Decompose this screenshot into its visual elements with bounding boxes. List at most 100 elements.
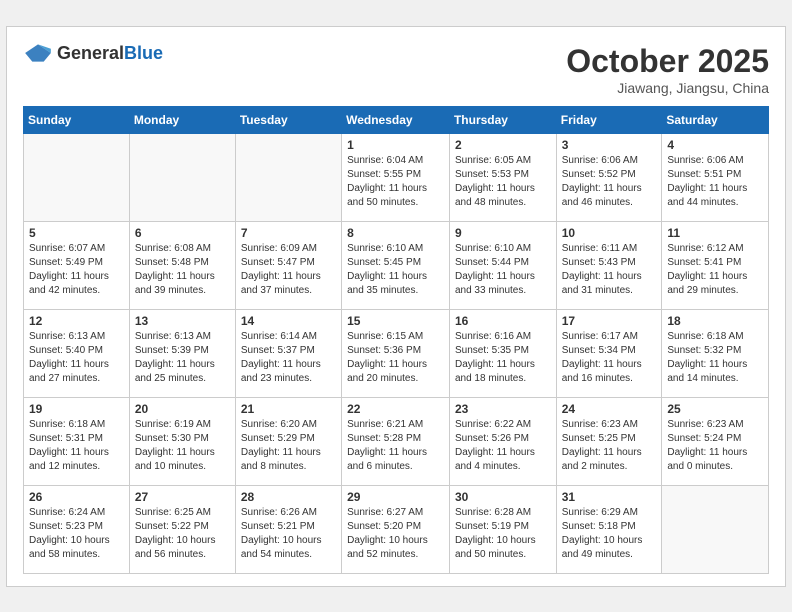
table-row: 26 Sunrise: 6:24 AM Sunset: 5:23 PM Dayli… bbox=[24, 485, 130, 573]
title-section: October 2025 Jiawang, Jiangsu, China bbox=[566, 43, 769, 96]
day-info: Sunrise: 6:24 AM Sunset: 5:23 PM Dayligh… bbox=[29, 506, 124, 562]
day-number: 20 bbox=[135, 402, 230, 416]
day-info: Sunrise: 6:06 AM Sunset: 5:52 PM Dayligh… bbox=[562, 154, 657, 210]
logo: GeneralBlue bbox=[23, 43, 163, 64]
day-info: Sunrise: 6:21 AM Sunset: 5:28 PM Dayligh… bbox=[347, 418, 444, 474]
day-number: 25 bbox=[667, 402, 763, 416]
header-friday: Friday bbox=[556, 106, 662, 133]
day-number: 13 bbox=[135, 314, 230, 328]
day-info: Sunrise: 6:28 AM Sunset: 5:19 PM Dayligh… bbox=[455, 506, 551, 562]
day-info: Sunrise: 6:27 AM Sunset: 5:20 PM Dayligh… bbox=[347, 506, 444, 562]
day-number: 8 bbox=[347, 226, 444, 240]
table-row: 29 Sunrise: 6:27 AM Sunset: 5:20 PM Dayli… bbox=[342, 485, 450, 573]
table-row: 8Sunrise: 6:10 AM Sunset: 5:45 PM Daylig… bbox=[342, 221, 450, 309]
location: Jiawang, Jiangsu, China bbox=[566, 80, 769, 96]
table-row: 25 Sunrise: 6:23 AM Sunset: 5:24 PM Dayli… bbox=[662, 397, 769, 485]
day-number: 14 bbox=[241, 314, 336, 328]
table-row: 13 Sunrise: 6:13 AM Sunset: 5:39 PM Dayli… bbox=[129, 309, 235, 397]
day-info: Sunrise: 6:13 AM Sunset: 5:39 PM Dayligh… bbox=[135, 330, 230, 386]
day-info: Sunrise: 6:12 AM Sunset: 5:41 PM Dayligh… bbox=[667, 242, 763, 298]
logo-icon bbox=[23, 43, 53, 63]
header: GeneralBlue October 2025 Jiawang, Jiangs… bbox=[23, 43, 769, 96]
day-info: Sunrise: 6:10 AM Sunset: 5:44 PM Dayligh… bbox=[455, 242, 551, 298]
calendar-week-row: 26 Sunrise: 6:24 AM Sunset: 5:23 PM Dayli… bbox=[24, 485, 769, 573]
table-row: 22 Sunrise: 6:21 AM Sunset: 5:28 PM Dayli… bbox=[342, 397, 450, 485]
day-info: Sunrise: 6:26 AM Sunset: 5:21 PM Dayligh… bbox=[241, 506, 336, 562]
table-row: 31Sunrise: 6:29 AM Sunset: 5:18 PM Dayli… bbox=[556, 485, 662, 573]
table-row: 24 Sunrise: 6:23 AM Sunset: 5:25 PM Dayli… bbox=[556, 397, 662, 485]
day-number: 2 bbox=[455, 138, 551, 152]
day-info: Sunrise: 6:16 AM Sunset: 5:35 PM Dayligh… bbox=[455, 330, 551, 386]
day-info: Sunrise: 6:05 AM Sunset: 5:53 PM Dayligh… bbox=[455, 154, 551, 210]
header-thursday: Thursday bbox=[449, 106, 556, 133]
table-row: 2 Sunrise: 6:05 AM Sunset: 5:53 PM Daylig… bbox=[449, 133, 556, 221]
table-row: 14 Sunrise: 6:14 AM Sunset: 5:37 PM Dayli… bbox=[235, 309, 341, 397]
day-info: Sunrise: 6:14 AM Sunset: 5:37 PM Dayligh… bbox=[241, 330, 336, 386]
day-info: Sunrise: 6:06 AM Sunset: 5:51 PM Dayligh… bbox=[667, 154, 763, 210]
day-number: 15 bbox=[347, 314, 444, 328]
header-saturday: Saturday bbox=[662, 106, 769, 133]
table-row: 7 Sunrise: 6:09 AM Sunset: 5:47 PM Daylig… bbox=[235, 221, 341, 309]
header-wednesday: Wednesday bbox=[342, 106, 450, 133]
day-info: Sunrise: 6:22 AM Sunset: 5:26 PM Dayligh… bbox=[455, 418, 551, 474]
day-number: 29 bbox=[347, 490, 444, 504]
table-row: 5Sunrise: 6:07 AM Sunset: 5:49 PM Daylig… bbox=[24, 221, 130, 309]
day-number: 17 bbox=[562, 314, 657, 328]
day-number: 26 bbox=[29, 490, 124, 504]
day-info: Sunrise: 6:18 AM Sunset: 5:31 PM Dayligh… bbox=[29, 418, 124, 474]
day-number: 9 bbox=[455, 226, 551, 240]
month-title: October 2025 bbox=[566, 43, 769, 80]
table-row: 19 Sunrise: 6:18 AM Sunset: 5:31 PM Dayli… bbox=[24, 397, 130, 485]
day-info: Sunrise: 6:23 AM Sunset: 5:25 PM Dayligh… bbox=[562, 418, 657, 474]
day-number: 30 bbox=[455, 490, 551, 504]
day-number: 6 bbox=[135, 226, 230, 240]
table-row: 10 Sunrise: 6:11 AM Sunset: 5:43 PM Dayli… bbox=[556, 221, 662, 309]
day-number: 16 bbox=[455, 314, 551, 328]
day-number: 3 bbox=[562, 138, 657, 152]
table-row: 12Sunrise: 6:13 AM Sunset: 5:40 PM Dayli… bbox=[24, 309, 130, 397]
day-info: Sunrise: 6:04 AM Sunset: 5:55 PM Dayligh… bbox=[347, 154, 444, 210]
day-info: Sunrise: 6:17 AM Sunset: 5:34 PM Dayligh… bbox=[562, 330, 657, 386]
day-number: 23 bbox=[455, 402, 551, 416]
day-number: 21 bbox=[241, 402, 336, 416]
calendar-week-row: 19 Sunrise: 6:18 AM Sunset: 5:31 PM Dayli… bbox=[24, 397, 769, 485]
day-info: Sunrise: 6:07 AM Sunset: 5:49 PM Dayligh… bbox=[29, 242, 124, 298]
table-row: 30 Sunrise: 6:28 AM Sunset: 5:19 PM Dayli… bbox=[449, 485, 556, 573]
day-number: 18 bbox=[667, 314, 763, 328]
day-number: 10 bbox=[562, 226, 657, 240]
day-number: 28 bbox=[241, 490, 336, 504]
day-info: Sunrise: 6:23 AM Sunset: 5:24 PM Dayligh… bbox=[667, 418, 763, 474]
day-info: Sunrise: 6:25 AM Sunset: 5:22 PM Dayligh… bbox=[135, 506, 230, 562]
header-monday: Monday bbox=[129, 106, 235, 133]
weekday-header-row: Sunday Monday Tuesday Wednesday Thursday… bbox=[24, 106, 769, 133]
day-info: Sunrise: 6:08 AM Sunset: 5:48 PM Dayligh… bbox=[135, 242, 230, 298]
table-row: 11 Sunrise: 6:12 AM Sunset: 5:41 PM Dayli… bbox=[662, 221, 769, 309]
table-row: 9 Sunrise: 6:10 AM Sunset: 5:44 PM Daylig… bbox=[449, 221, 556, 309]
calendar-week-row: 12Sunrise: 6:13 AM Sunset: 5:40 PM Dayli… bbox=[24, 309, 769, 397]
day-number: 24 bbox=[562, 402, 657, 416]
day-info: Sunrise: 6:09 AM Sunset: 5:47 PM Dayligh… bbox=[241, 242, 336, 298]
table-row bbox=[235, 133, 341, 221]
day-number: 12 bbox=[29, 314, 124, 328]
day-number: 22 bbox=[347, 402, 444, 416]
day-number: 31 bbox=[562, 490, 657, 504]
day-info: Sunrise: 6:15 AM Sunset: 5:36 PM Dayligh… bbox=[347, 330, 444, 386]
day-number: 7 bbox=[241, 226, 336, 240]
day-number: 19 bbox=[29, 402, 124, 416]
logo-blue: Blue bbox=[124, 43, 163, 63]
calendar-grid: Sunday Monday Tuesday Wednesday Thursday… bbox=[23, 106, 769, 574]
day-info: Sunrise: 6:18 AM Sunset: 5:32 PM Dayligh… bbox=[667, 330, 763, 386]
logo-general: General bbox=[57, 43, 124, 63]
table-row: 3 Sunrise: 6:06 AM Sunset: 5:52 PM Daylig… bbox=[556, 133, 662, 221]
day-number: 11 bbox=[667, 226, 763, 240]
table-row: 18 Sunrise: 6:18 AM Sunset: 5:32 PM Dayli… bbox=[662, 309, 769, 397]
calendar-container: GeneralBlue October 2025 Jiawang, Jiangs… bbox=[6, 26, 786, 587]
table-row: 20Sunrise: 6:19 AM Sunset: 5:30 PM Dayli… bbox=[129, 397, 235, 485]
header-sunday: Sunday bbox=[24, 106, 130, 133]
day-number: 4 bbox=[667, 138, 763, 152]
day-info: Sunrise: 6:20 AM Sunset: 5:29 PM Dayligh… bbox=[241, 418, 336, 474]
table-row: 28 Sunrise: 6:26 AM Sunset: 5:21 PM Dayli… bbox=[235, 485, 341, 573]
table-row: 17 Sunrise: 6:17 AM Sunset: 5:34 PM Dayli… bbox=[556, 309, 662, 397]
day-info: Sunrise: 6:11 AM Sunset: 5:43 PM Dayligh… bbox=[562, 242, 657, 298]
table-row bbox=[129, 133, 235, 221]
